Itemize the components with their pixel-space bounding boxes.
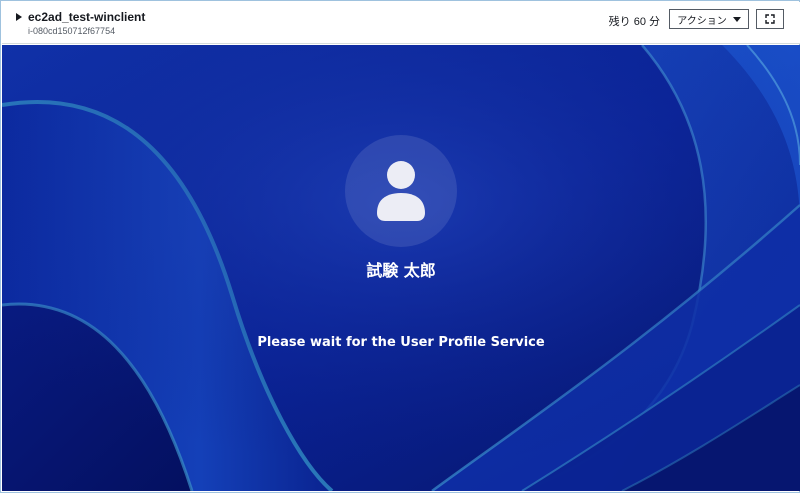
- status-message: Please wait for the User Profile Service: [257, 335, 545, 350]
- session-header: ec2ad_test-winclient i-080cd150712f67754…: [2, 2, 800, 44]
- user-avatar: [345, 135, 457, 247]
- instance-name: ec2ad_test-winclient: [28, 10, 146, 24]
- remote-desktop-login-screen[interactable]: 試験 太郎 Please wait for the User Profile S…: [2, 45, 800, 491]
- actions-dropdown-button[interactable]: アクション: [669, 9, 749, 29]
- fullscreen-icon: [765, 14, 775, 24]
- user-avatar-icon: [377, 161, 425, 221]
- instance-id: i-080cd150712f67754: [28, 26, 116, 36]
- caret-right-icon[interactable]: [16, 13, 22, 21]
- session-window: ec2ad_test-winclient i-080cd150712f67754…: [0, 0, 800, 493]
- actions-button-label: アクション: [677, 15, 727, 27]
- user-name: 試験 太郎: [366, 261, 436, 280]
- fullscreen-button[interactable]: [756, 9, 784, 29]
- caret-down-icon: [732, 16, 741, 22]
- time-remaining: 残り 60 分: [608, 16, 660, 28]
